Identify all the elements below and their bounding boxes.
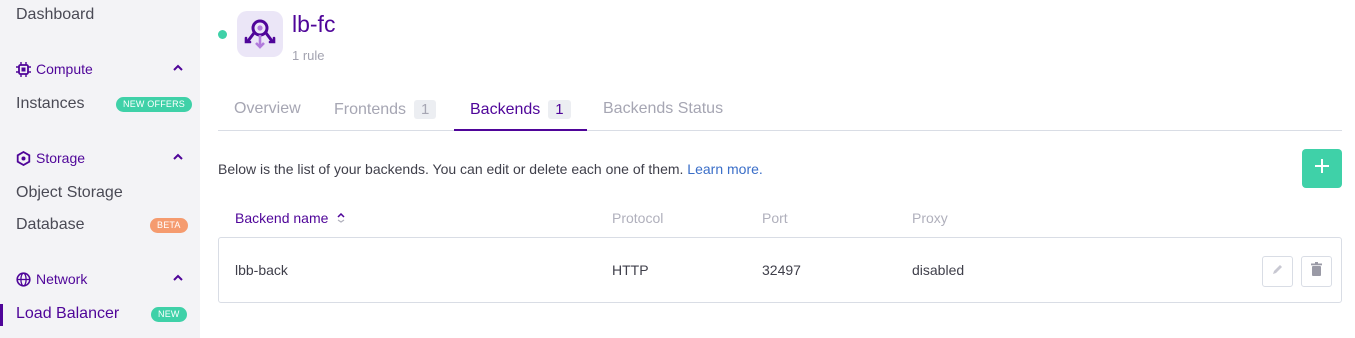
sort-icon — [337, 213, 345, 223]
sidebar-section-label: Storage — [36, 150, 86, 166]
column-header-protocol[interactable]: Protocol — [612, 210, 663, 226]
page-title: lb-fc — [292, 11, 336, 37]
sidebar-section-network[interactable]: Network — [16, 269, 186, 289]
sidebar-item-instances[interactable]: Instances — [16, 95, 84, 113]
description-text: Below is the list of your backends. You … — [218, 161, 684, 177]
tab-label: Backends — [470, 100, 541, 118]
status-indicator — [218, 30, 227, 39]
trash-icon — [1310, 262, 1323, 281]
tab-backends[interactable]: Backends 1 — [470, 100, 571, 119]
chevron-up-icon — [172, 150, 184, 162]
chevron-up-icon — [172, 61, 184, 73]
globe-icon — [16, 271, 31, 287]
new-offers-badge: NEW OFFERS — [116, 97, 192, 112]
pencil-icon — [1271, 263, 1284, 281]
new-badge: NEW — [151, 307, 187, 322]
sidebar: Dashboard Compute Instances NEW OFFERS S… — [0, 0, 200, 338]
plus-icon — [1314, 158, 1330, 179]
load-balancer-icon — [237, 11, 283, 57]
backends-description: Below is the list of your backends. You … — [218, 161, 763, 177]
column-header-port[interactable]: Port — [762, 210, 788, 226]
storage-icon — [16, 150, 31, 166]
tab-count: 1 — [414, 100, 437, 119]
tab-label: Backends Status — [603, 100, 724, 117]
edit-button[interactable] — [1262, 256, 1293, 287]
port-cell: 32497 — [762, 262, 801, 278]
rule-count: 1 rule — [292, 48, 325, 63]
sidebar-item-load-balancer[interactable]: Load Balancer — [16, 305, 119, 323]
chevron-up-icon — [172, 271, 184, 283]
tab-backends-status[interactable]: Backends Status — [603, 100, 723, 118]
tab-frontends[interactable]: Frontends 1 — [334, 100, 437, 119]
active-tab-underline — [454, 129, 587, 131]
sidebar-item-dashboard[interactable]: Dashboard — [16, 6, 94, 24]
tab-overview[interactable]: Overview — [234, 100, 301, 118]
sidebar-section-label: Compute — [36, 61, 93, 77]
tab-label: Overview — [234, 100, 301, 117]
proxy-cell: disabled — [912, 262, 965, 278]
sidebar-item-object-storage[interactable]: Object Storage — [16, 184, 123, 202]
delete-button[interactable] — [1301, 256, 1332, 287]
add-backend-button[interactable] — [1302, 149, 1342, 188]
tab-label: Frontends — [334, 100, 407, 118]
tab-count: 1 — [548, 100, 571, 119]
learn-more-link[interactable]: Learn more. — [687, 161, 762, 177]
tabs-divider — [218, 130, 1342, 131]
sidebar-item-database[interactable]: Database — [16, 216, 85, 234]
beta-badge: BETA — [150, 218, 188, 233]
active-indicator — [0, 304, 3, 326]
table-row[interactable]: lbb-back HTTP 32497 disabled — [218, 237, 1342, 303]
protocol-cell: HTTP — [612, 262, 649, 278]
column-header-backend-name[interactable]: Backend name — [235, 210, 345, 226]
sidebar-section-compute[interactable]: Compute — [16, 59, 186, 79]
column-label: Backend name — [235, 210, 329, 226]
backend-name-cell: lbb-back — [235, 262, 288, 278]
column-header-proxy[interactable]: Proxy — [912, 210, 948, 226]
cpu-icon — [16, 61, 31, 77]
sidebar-section-label: Network — [36, 271, 88, 287]
sidebar-section-storage[interactable]: Storage — [16, 148, 186, 168]
